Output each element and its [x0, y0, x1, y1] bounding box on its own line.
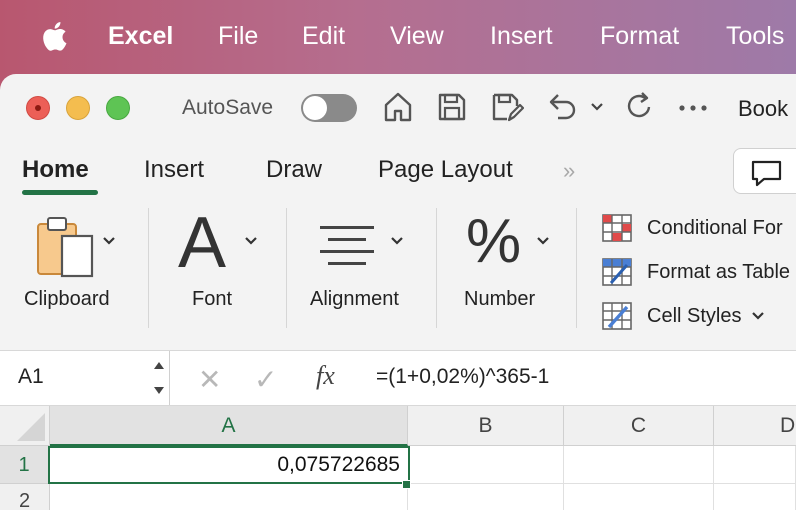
- active-tab-indicator: [22, 190, 98, 195]
- alignment-chevron-icon[interactable]: [390, 236, 404, 246]
- number-label: Number: [464, 288, 536, 310]
- undo-icon[interactable]: [544, 90, 578, 124]
- cell-styles-label: Cell Styles: [647, 304, 742, 327]
- save-icon[interactable]: [436, 90, 468, 124]
- ribbon-tabs: Home Insert Draw Page Layout »: [0, 152, 796, 200]
- zoom-window-button[interactable]: [106, 96, 130, 120]
- tab-home[interactable]: Home: [22, 156, 89, 184]
- name-box[interactable]: A1: [0, 351, 170, 405]
- menu-tools[interactable]: Tools: [726, 22, 784, 51]
- format-as-table-button[interactable]: Format as Table: [601, 256, 790, 288]
- font-chevron-icon[interactable]: [244, 236, 258, 246]
- formula-bar: A1 ✕ ✓ fx =(1+0,02%)^365-1: [0, 350, 796, 406]
- redo-icon[interactable]: [624, 90, 656, 124]
- more-options-icon[interactable]: [678, 104, 708, 112]
- toggle-knob: [303, 96, 327, 120]
- alignment-label: Alignment: [310, 288, 399, 310]
- cell-c2[interactable]: [564, 484, 714, 510]
- cell-d1[interactable]: [714, 446, 796, 484]
- menu-file[interactable]: File: [218, 22, 258, 51]
- cancel-edit-icon[interactable]: ✕: [198, 363, 221, 396]
- clipboard-chevron-icon[interactable]: [102, 236, 116, 246]
- close-window-button[interactable]: [26, 96, 50, 120]
- menu-view[interactable]: View: [390, 22, 444, 51]
- percent-icon[interactable]: %: [466, 206, 521, 277]
- comments-button[interactable]: [733, 148, 796, 194]
- apple-logo-icon[interactable]: [40, 20, 68, 52]
- ribbon-divider: [148, 208, 149, 328]
- document-title: Book: [738, 96, 789, 121]
- cell-styles-button[interactable]: Cell Styles: [601, 300, 765, 332]
- ribbon: Clipboard A Font Alignment % Number Cond…: [0, 202, 796, 348]
- formula-input[interactable]: =(1+0,02%)^365-1: [376, 365, 549, 389]
- cell-b1[interactable]: [410, 446, 564, 484]
- row-header-2[interactable]: 2: [0, 484, 50, 510]
- cell-a1[interactable]: 0,075722685: [48, 446, 410, 484]
- menu-edit[interactable]: Edit: [302, 22, 345, 51]
- ribbon-divider: [436, 208, 437, 328]
- column-header-a[interactable]: A: [50, 406, 408, 446]
- name-box-value: A1: [18, 365, 44, 388]
- confirm-edit-icon[interactable]: ✓: [254, 363, 277, 396]
- align-center-icon[interactable]: [318, 224, 376, 272]
- more-tabs-chevron-icon[interactable]: »: [563, 158, 575, 184]
- cell-styles-chevron-icon[interactable]: [751, 311, 765, 321]
- cell-styles-icon: [602, 302, 632, 330]
- insert-function-icon[interactable]: fx: [316, 361, 335, 391]
- column-header-b[interactable]: B: [408, 406, 564, 446]
- excel-window: AutoSave Book Home Insert Draw Page Layo…: [0, 74, 796, 510]
- font-label: Font: [192, 288, 233, 310]
- format-as-table-icon: [602, 258, 632, 286]
- menu-bar: Excel File Edit View Insert Format Tools: [0, 0, 796, 74]
- column-header-d[interactable]: D: [714, 406, 796, 446]
- conditional-formatting-icon: [602, 214, 632, 242]
- select-all-corner[interactable]: [0, 406, 50, 446]
- undo-dropdown-chevron-icon[interactable]: [590, 102, 604, 112]
- number-chevron-icon[interactable]: [536, 236, 550, 246]
- fill-handle[interactable]: [402, 480, 411, 489]
- minimize-window-button[interactable]: [66, 96, 90, 120]
- tab-insert[interactable]: Insert: [144, 156, 204, 184]
- cell-b2[interactable]: [408, 484, 564, 510]
- clipboard-paste-icon[interactable]: [34, 216, 96, 280]
- tab-page-layout[interactable]: Page Layout: [378, 156, 513, 184]
- tab-draw[interactable]: Draw: [266, 156, 322, 184]
- save-as-icon[interactable]: [490, 90, 524, 124]
- conditional-formatting-label: Conditional For: [647, 216, 783, 239]
- font-glyph-icon[interactable]: A: [178, 202, 226, 284]
- ribbon-divider: [576, 208, 577, 328]
- conditional-formatting-button[interactable]: Conditional For: [601, 212, 783, 244]
- autosave-label: AutoSave: [182, 96, 274, 119]
- menu-insert[interactable]: Insert: [490, 22, 553, 51]
- cell-c1[interactable]: [564, 446, 714, 484]
- ribbon-divider: [286, 208, 287, 328]
- comment-icon: [751, 160, 782, 187]
- clipboard-label: Clipboard: [24, 288, 110, 310]
- cell-d2[interactable]: [714, 484, 796, 510]
- spreadsheet-grid: A B C D 1 2 0,075722685: [0, 406, 796, 510]
- format-as-table-label: Format as Table: [647, 260, 791, 283]
- name-box-stepper-icon[interactable]: [152, 359, 166, 397]
- cell-a2[interactable]: [50, 484, 408, 510]
- home-icon[interactable]: [382, 90, 414, 124]
- menu-app-name[interactable]: Excel: [108, 22, 173, 51]
- row-header-1[interactable]: 1: [0, 446, 50, 484]
- title-bar: AutoSave Book: [0, 74, 796, 142]
- column-header-c[interactable]: C: [564, 406, 714, 446]
- menu-format[interactable]: Format: [600, 22, 679, 51]
- autosave-toggle[interactable]: [301, 94, 357, 122]
